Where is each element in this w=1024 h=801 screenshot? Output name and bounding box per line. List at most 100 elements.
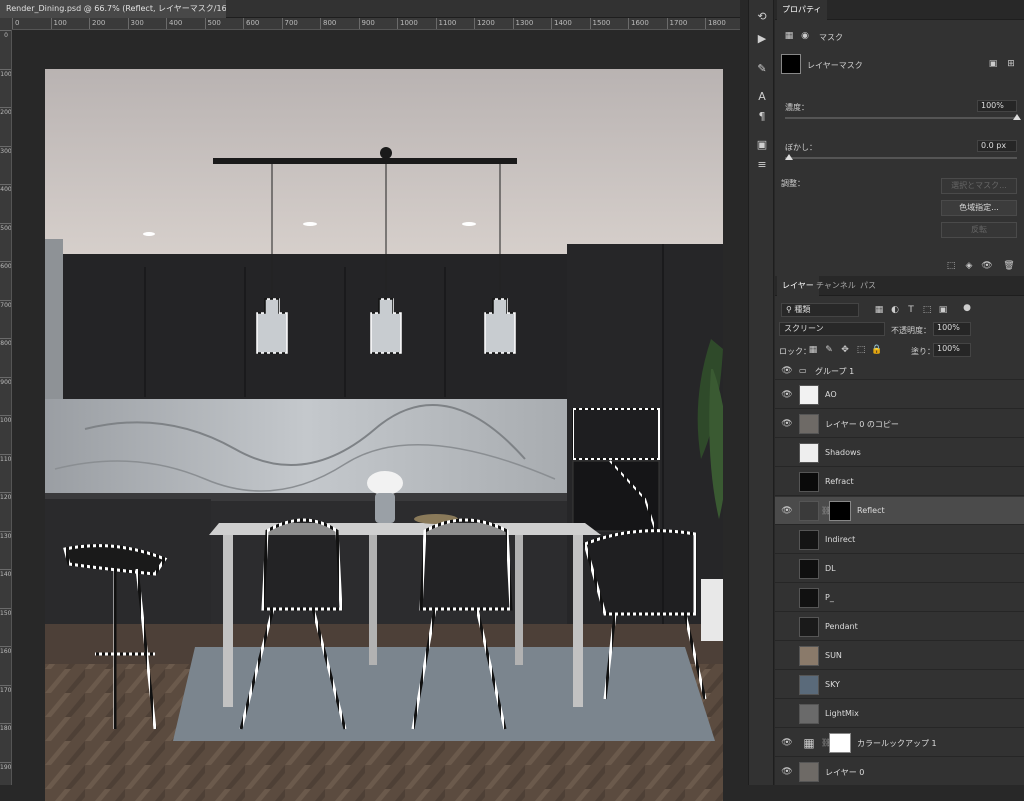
horizontal-ruler[interactable]: 0 100 200 300 400 500 600 700 800 900 1000 1100 1200… — [12, 18, 740, 30]
layer-row[interactable]: Shadows — [775, 439, 1024, 467]
eye-icon[interactable] — [781, 447, 793, 459]
mask-options-icon[interactable]: ⊞ — [1005, 58, 1017, 70]
pixel-mask-icon[interactable]: ▦ — [783, 30, 795, 42]
layer-row[interactable]: 👁 ▦ ⛓ カラールックアップ 1 — [775, 729, 1024, 757]
lock-transparent-icon[interactable]: ▦ — [807, 344, 819, 356]
layer-thumbnail[interactable] — [799, 617, 819, 637]
libraries-icon[interactable]: ▣ — [752, 136, 772, 154]
layer-thumbnail[interactable] — [799, 443, 819, 463]
layer-row[interactable]: LightMix — [775, 700, 1024, 728]
eye-icon[interactable]: 👁 — [781, 766, 793, 778]
layer-thumbnail[interactable] — [799, 704, 819, 724]
eye-icon[interactable] — [781, 592, 793, 604]
color-range-button[interactable]: 色域指定... — [941, 200, 1017, 216]
feather-field[interactable]: 0.0 px — [977, 140, 1017, 152]
lock-image-icon[interactable]: ✎ — [823, 344, 835, 356]
layer-row[interactable]: 👁 レイヤー 0 — [775, 758, 1024, 785]
filter-adjustment-icon[interactable]: ◐ — [889, 304, 901, 316]
ruler-tick: 700 — [281, 18, 298, 29]
brush-preset-icon[interactable]: ✎ — [752, 60, 772, 78]
lock-all-icon[interactable]: 🔒 — [871, 344, 883, 356]
layer-thumbnail[interactable] — [799, 530, 819, 550]
mask-view-icon[interactable]: ▣ — [987, 58, 999, 70]
density-slider[interactable] — [785, 117, 1017, 119]
layer-thumbnail[interactable] — [799, 559, 819, 579]
canvas-area — [12, 30, 740, 801]
layer-row[interactable]: Refract — [775, 468, 1024, 496]
layer-row[interactable]: P_ — [775, 584, 1024, 612]
opacity-field[interactable]: 100% — [933, 322, 971, 336]
select-and-mask-button[interactable]: 選択とマスク... — [941, 178, 1017, 194]
eye-icon[interactable] — [781, 563, 793, 575]
load-selection-icon[interactable]: ⬚ — [945, 260, 957, 272]
layer-filter-dropdown[interactable]: ⚲ 種類 — [781, 303, 859, 317]
eye-icon[interactable]: 👁 — [781, 365, 793, 377]
layer-thumbnail[interactable] — [799, 675, 819, 695]
tab-channels[interactable]: チャンネル — [811, 276, 861, 296]
tab-properties[interactable]: プロパティ — [777, 0, 827, 20]
apply-mask-icon[interactable]: ◈ — [963, 260, 975, 272]
color-lookup-icon[interactable]: ▦ — [799, 733, 819, 753]
layers-list: 👁 ▭ グループ 1 👁 AO 👁 レイヤー 0 のコピー Shadows Refract 👁 ⛓ R… — [775, 362, 1024, 785]
layer-thumbnail[interactable] — [799, 588, 819, 608]
eye-icon[interactable] — [781, 708, 793, 720]
document-tab[interactable]: Render_Dining.psd @ 66.7% (Reflect, レイヤー… — [0, 0, 226, 18]
eye-icon[interactable]: 👁 — [781, 389, 793, 401]
eye-icon[interactable] — [781, 679, 793, 691]
ruler-tick: 0 — [0, 30, 11, 41]
layer-thumbnail[interactable] — [799, 762, 819, 782]
layer-row[interactable]: 👁 ⛓ Reflect — [775, 497, 1024, 525]
layer-row[interactable]: 👁 レイヤー 0 のコピー — [775, 410, 1024, 438]
lock-artboard-icon[interactable]: ⬚ — [855, 344, 867, 356]
layer-row[interactable]: 👁 ▭ グループ 1 — [775, 362, 1024, 380]
layer-row[interactable]: Pendant — [775, 613, 1024, 641]
layer-thumbnail[interactable] — [799, 501, 819, 521]
tab-paths[interactable]: パス — [855, 276, 881, 296]
eye-icon[interactable] — [781, 650, 793, 662]
invert-button[interactable]: 反転 — [941, 222, 1017, 238]
fill-field[interactable]: 100% — [933, 343, 971, 357]
layer-thumbnail[interactable] — [799, 385, 819, 405]
paragraph-icon[interactable]: ¶ — [752, 108, 772, 126]
actions-play-icon[interactable]: ▶ — [752, 30, 772, 48]
filter-toggle-icon[interactable]: ● — [961, 302, 973, 314]
layer-thumbnail[interactable] — [799, 472, 819, 492]
eye-icon[interactable]: 👁 — [781, 737, 793, 749]
layer-row[interactable]: SUN — [775, 642, 1024, 670]
history-icon[interactable]: ⟲ — [752, 8, 772, 26]
lock-position-icon[interactable]: ✥ — [839, 344, 851, 356]
eye-icon[interactable]: 👁 — [781, 418, 793, 430]
character-icon[interactable]: A — [752, 88, 772, 106]
blend-mode-dropdown[interactable]: スクリーン — [779, 322, 885, 336]
layer-row[interactable]: 👁 AO — [775, 381, 1024, 409]
filter-type-icon[interactable]: T — [905, 304, 917, 316]
layer-row[interactable]: Indirect — [775, 526, 1024, 554]
layer-thumbnail[interactable] — [799, 646, 819, 666]
density-field[interactable]: 100% — [977, 100, 1017, 112]
filter-shape-icon[interactable]: ⬚ — [921, 304, 933, 316]
document-tab-title: Render_Dining.psd @ 66.7% (Reflect, レイヤー… — [6, 4, 226, 13]
feather-slider-thumb[interactable] — [785, 154, 793, 160]
layer-mask-thumbnail[interactable] — [829, 733, 851, 753]
layer-row[interactable]: SKY — [775, 671, 1024, 699]
layer-name: Reflect — [857, 506, 885, 515]
layer-mask-thumbnail[interactable] — [829, 501, 851, 521]
document-canvas[interactable] — [45, 69, 723, 801]
vertical-ruler[interactable]: 0 100 200 300 400 500 600 700 800 900 1000 1100 1200… — [0, 30, 12, 785]
layer-row[interactable]: DL — [775, 555, 1024, 583]
filter-smart-object-icon[interactable]: ▣ — [937, 304, 949, 316]
filter-pixel-icon[interactable]: ▦ — [873, 304, 885, 316]
eye-icon[interactable] — [781, 534, 793, 546]
mask-visibility-icon[interactable]: 👁 — [981, 260, 993, 272]
density-slider-thumb[interactable] — [1013, 114, 1021, 120]
notes-icon[interactable]: ≡ — [752, 156, 772, 174]
vector-mask-icon[interactable]: ◉ — [799, 30, 811, 42]
eye-icon[interactable] — [781, 621, 793, 633]
feather-slider[interactable] — [785, 157, 1017, 159]
ruler-tick: 200 — [89, 18, 105, 29]
layer-thumbnail[interactable] — [799, 414, 819, 434]
eye-icon[interactable]: 👁 — [781, 505, 793, 517]
folder-icon[interactable]: ▭ — [799, 366, 807, 375]
eye-icon[interactable] — [781, 476, 793, 488]
delete-mask-icon[interactable]: 🗑 — [1003, 260, 1015, 272]
